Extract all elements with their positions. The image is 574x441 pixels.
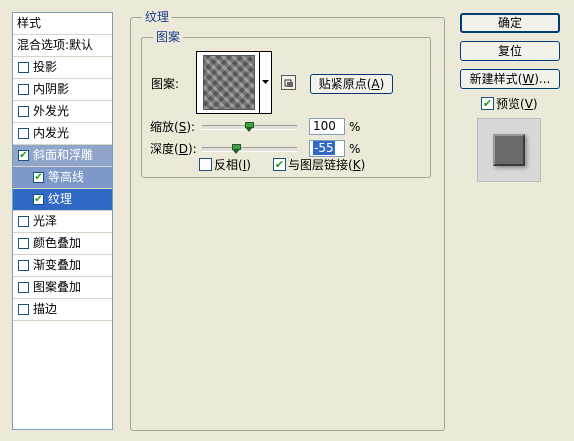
list-item-inner-glow[interactable]: 内发光	[13, 123, 112, 145]
blending-options-item[interactable]: 混合选项:默认	[13, 35, 112, 57]
styles-header[interactable]: 样式	[13, 13, 112, 35]
texture-group-title: 纹理	[142, 10, 173, 24]
scale-slider-thumb[interactable]	[245, 122, 254, 133]
invert-checkbox[interactable]	[199, 158, 212, 171]
link-with-layer-label: 与图层链接(K)	[288, 158, 366, 172]
new-style-button[interactable]: 新建样式(W)...	[460, 69, 560, 89]
depth-input[interactable]: -55	[309, 140, 345, 157]
snap-to-origin-button[interactable]: 贴紧原点(A)	[310, 74, 393, 94]
pattern-swatch	[203, 55, 255, 110]
list-item-outer-glow[interactable]: 外发光	[13, 101, 112, 123]
texture-checkbox[interactable]: ✔	[33, 194, 44, 205]
create-preset-icon[interactable]	[281, 75, 296, 90]
stroke-checkbox[interactable]	[18, 304, 29, 315]
preview-swatch	[493, 134, 525, 166]
pattern-subgroup-title: 图案	[153, 30, 184, 44]
scale-label: 缩放(S):	[150, 120, 196, 134]
invert-label: 反相(I)	[214, 158, 251, 172]
list-item-satin[interactable]: 光泽	[13, 211, 112, 233]
depth-slider-thumb[interactable]	[231, 144, 241, 155]
dropdown-arrow-icon[interactable]	[261, 79, 270, 85]
outer-glow-checkbox[interactable]	[18, 106, 29, 117]
depth-slider-track[interactable]	[202, 147, 297, 152]
depth-unit: %	[349, 142, 361, 156]
pattern-subgroup	[141, 37, 431, 178]
styles-list: 样式 混合选项:默认 投影 内阴影 外发光 内发光 ✔ 斜面和浮雕 ✔ 等高线 …	[12, 12, 113, 430]
pattern-picker[interactable]	[196, 51, 272, 114]
list-item-bevel-emboss[interactable]: ✔ 斜面和浮雕	[13, 145, 112, 167]
list-item-gradient-overlay[interactable]: 渐变叠加	[13, 255, 112, 277]
satin-checkbox[interactable]	[18, 216, 29, 227]
color-overlay-checkbox[interactable]	[18, 238, 29, 249]
preview-label: 预览(V)	[496, 97, 538, 111]
depth-label: 深度(D):	[150, 142, 197, 156]
drop-shadow-checkbox[interactable]	[18, 62, 29, 73]
gradient-overlay-checkbox[interactable]	[18, 260, 29, 271]
reset-button[interactable]: 复位	[460, 41, 560, 61]
scale-unit: %	[349, 120, 361, 134]
pattern-label: 图案:	[151, 77, 180, 91]
ok-button[interactable]: 确定	[460, 13, 560, 33]
list-item-stroke[interactable]: 描边	[13, 299, 112, 321]
bevel-emboss-checkbox[interactable]: ✔	[18, 150, 29, 161]
list-item-contour[interactable]: ✔ 等高线	[13, 167, 112, 189]
preview-checkbox[interactable]: ✔	[481, 97, 494, 110]
inner-glow-checkbox[interactable]	[18, 128, 29, 139]
scale-input[interactable]: 100	[309, 118, 345, 135]
contour-checkbox[interactable]: ✔	[33, 172, 44, 183]
list-item-texture[interactable]: ✔ 纹理	[13, 189, 112, 211]
list-item-color-overlay[interactable]: 颜色叠加	[13, 233, 112, 255]
style-preview	[477, 118, 541, 182]
inner-shadow-checkbox[interactable]	[18, 84, 29, 95]
list-item-inner-shadow[interactable]: 内阴影	[13, 79, 112, 101]
pattern-overlay-checkbox[interactable]	[18, 282, 29, 293]
link-with-layer-checkbox[interactable]: ✔	[273, 158, 286, 171]
list-item-pattern-overlay[interactable]: 图案叠加	[13, 277, 112, 299]
list-item-drop-shadow[interactable]: 投影	[13, 57, 112, 79]
